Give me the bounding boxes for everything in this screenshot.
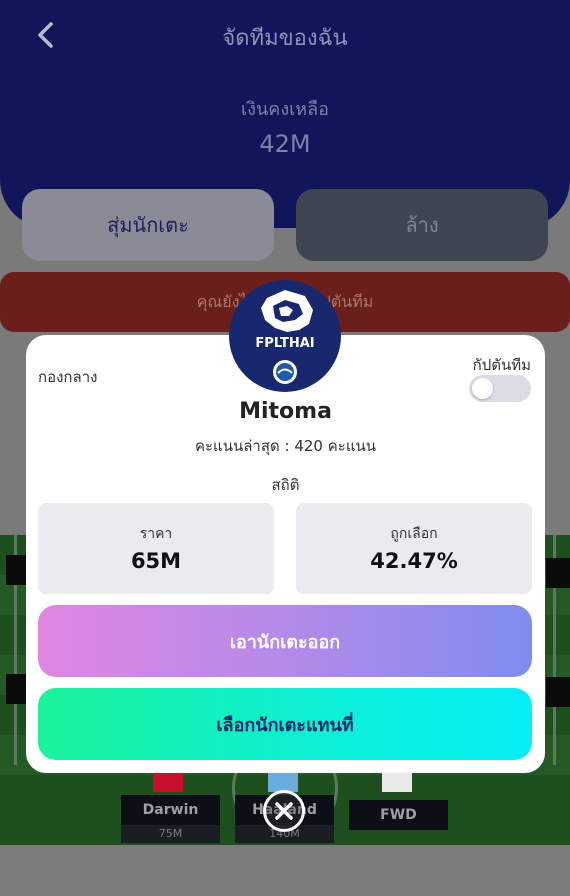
jersey-icon <box>153 770 183 792</box>
random-players-button[interactable]: สุ่มนักเตะ <box>22 189 274 261</box>
player-points: คะแนนล่าสุด : 420 คะแนน <box>194 437 377 455</box>
remove-player-button[interactable]: เอานักเตะออก <box>38 605 532 677</box>
page-title: จัดทีมของฉัน <box>222 26 348 51</box>
budget-value: 42M <box>259 130 311 158</box>
player-price: 75M <box>121 825 220 843</box>
player-position: กองกลาง <box>38 368 98 386</box>
picked-stat-card: ถูกเลือก 42.47% <box>296 503 532 594</box>
stats-heading: สถิติ <box>271 476 300 494</box>
close-icon <box>275 802 293 820</box>
jersey-icon <box>382 770 412 792</box>
clear-button[interactable]: ล้าง <box>296 189 548 261</box>
captain-toggle-label: กัปตันทีม <box>472 356 531 374</box>
price-value: 65M <box>130 549 182 573</box>
player-name: Mitoma <box>239 399 332 424</box>
price-stat-card: ราคา 65M <box>38 503 274 594</box>
player-detail-modal: กองกลาง กัปตันทีม Mitoma คะแนนล่าสุด : 4… <box>26 335 545 773</box>
price-label: ราคา <box>139 526 173 542</box>
player-slot-right-1[interactable] <box>546 558 570 588</box>
picked-value: 42.47% <box>370 549 458 573</box>
bottom-bar <box>0 845 570 896</box>
close-modal-button[interactable] <box>263 790 305 832</box>
jersey-icon <box>268 770 298 792</box>
club-badge-logo: FPLTHAI <box>229 280 341 392</box>
picked-label: ถูกเลือก <box>390 526 438 542</box>
replace-player-button[interactable]: เลือกนักเตะแทนที่ <box>38 688 532 760</box>
player-name-plate[interactable]: Darwin <box>121 795 220 825</box>
budget-label: เงินคงเหลือ <box>241 99 329 120</box>
toggle-knob <box>472 378 493 399</box>
player-slot-right-2[interactable] <box>546 677 570 707</box>
badge-text: FPLTHAI <box>255 336 315 351</box>
captain-toggle[interactable] <box>469 375 531 402</box>
empty-slot-plate[interactable]: FWD <box>349 800 448 830</box>
